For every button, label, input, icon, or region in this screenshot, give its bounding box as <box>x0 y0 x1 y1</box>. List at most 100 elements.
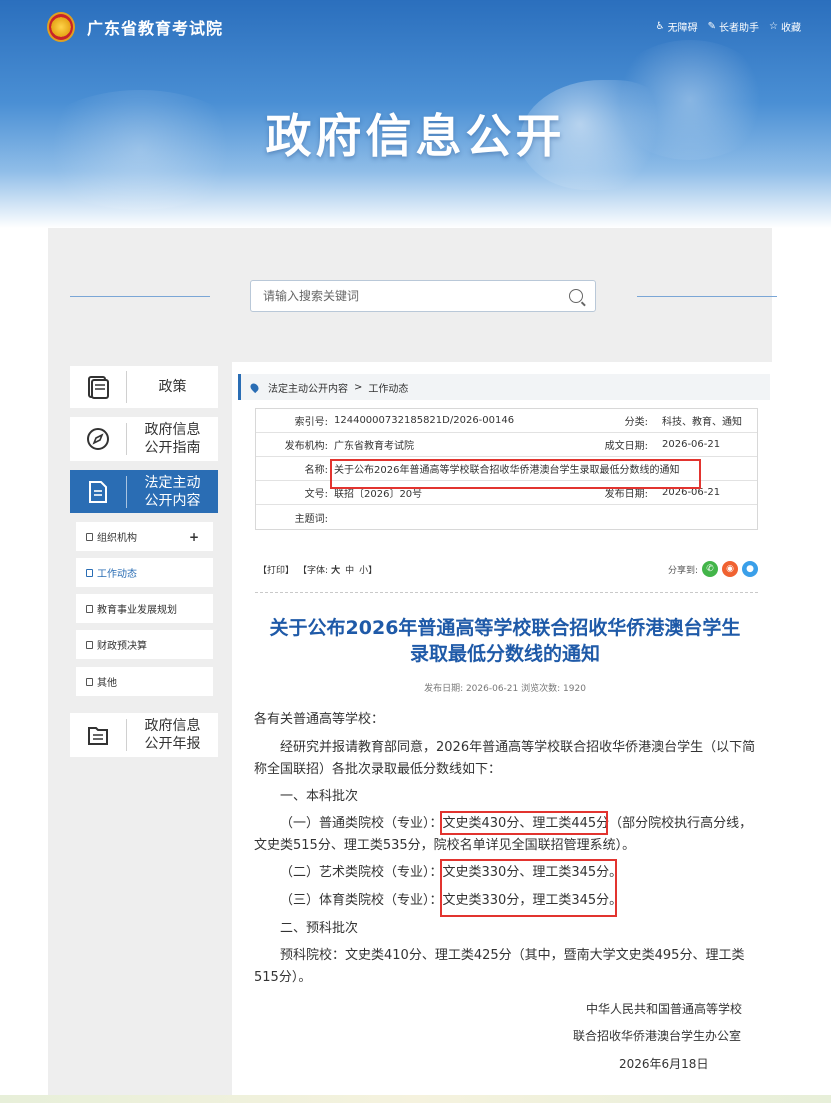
meta-key: 分类: <box>624 417 648 428</box>
wechat-share-icon[interactable]: ✆ <box>702 561 718 577</box>
doc-icon <box>86 677 93 686</box>
print-button[interactable]: 【打印】 <box>258 563 294 576</box>
header-banner: 广东省教育考试院 ♿ 无障碍 ✎ 长者助手 ☆ 收藏 政府信息公开 <box>0 0 831 228</box>
article-title: 关于公布2026年普通高等学校联合招收华侨港澳台学生 录取最低分数线的通知 <box>240 615 770 667</box>
elder-helper-label: 长者助手 <box>719 23 760 34</box>
share-label: 分享到: <box>667 565 698 576</box>
sidebar-item-label: 政府信息 公开指南 <box>127 421 218 457</box>
top-links: ♿ 无障碍 ✎ 长者助手 ☆ 收藏 <box>656 19 801 34</box>
meta-value: 2026-06-21 <box>662 439 721 450</box>
signature-org: 联合招收华侨港澳台学生办公室 <box>573 1029 742 1043</box>
font-large-button[interactable]: 大 <box>331 563 340 576</box>
doc-icon <box>86 640 93 649</box>
meta-key: 名称: <box>304 465 328 476</box>
article-section-heading: 二、预科批次 <box>280 921 359 936</box>
meta-key: 索引号: <box>294 417 328 428</box>
meta-key: 发布机构: <box>284 441 328 452</box>
article-toolbar: 【打印】 【字体: 大 中 小 】 分享到: ✆ ◉ ● <box>258 560 758 578</box>
font-medium-button[interactable]: 中 <box>345 563 354 576</box>
sidebar-item-policy[interactable]: 政策 <box>70 366 218 408</box>
sidebar-item-guide[interactable]: 政府信息 公开指南 <box>70 417 218 461</box>
sidebar-subitem-other[interactable]: 其他 <box>76 667 213 696</box>
sidebar-subitem-budget[interactable]: 财政预决算 <box>76 630 213 659</box>
qq-share-icon[interactable]: ● <box>742 561 758 577</box>
article-paragraph: 预科院校：文史类410分、理工类425分（其中，暨南大学文史类495分、理工类5… <box>254 948 745 985</box>
line-prefix: （一）普通类院校（专业）： <box>280 816 443 831</box>
site-name: 广东省教育考试院 <box>87 19 224 38</box>
subitem-label: 组织机构 <box>97 533 137 544</box>
subitem-label: 工作动态 <box>97 569 137 580</box>
sidebar-subitem-work-news[interactable]: 工作动态 <box>76 558 213 587</box>
favorite-label: 收藏 <box>781 23 801 34</box>
breadcrumb-link[interactable]: 工作动态 <box>368 380 408 395</box>
label-line: 公开内容 <box>144 493 201 509</box>
search-divider-left <box>70 296 210 297</box>
highlight-box <box>440 859 617 917</box>
meta-key: 文号: <box>304 489 328 500</box>
label-line: 政策 <box>158 379 187 395</box>
bottom-strip <box>0 1095 831 1103</box>
sidebar-subitem-development-plan[interactable]: 教育事业发展规划 <box>76 594 213 623</box>
sidebar-subitem-organization[interactable]: 组织机构 + <box>76 522 213 551</box>
sidebar-item-label: 政府信息 公开年报 <box>127 717 218 753</box>
banner-title: 政府信息公开 <box>265 109 566 163</box>
sidebar-separator <box>126 476 127 508</box>
share-group: 分享到: ✆ ◉ ● <box>668 561 758 577</box>
weibo-share-icon[interactable]: ◉ <box>722 561 738 577</box>
label-line: 法定主动 <box>144 475 201 491</box>
article-section-heading: 一、本科批次 <box>280 789 359 804</box>
document-icon <box>70 479 126 505</box>
subitem-label: 教育事业发展规划 <box>97 605 177 616</box>
expand-plus-icon[interactable]: + <box>189 530 199 544</box>
policy-book-icon <box>70 374 126 400</box>
meta-value: 广东省教育考试院 <box>334 441 414 452</box>
label-line: 公开年报 <box>144 736 201 752</box>
search-icon[interactable] <box>569 289 583 303</box>
font-small-button[interactable]: 小 <box>359 563 368 576</box>
title-line: 录取最低分数线的通知 <box>409 643 600 665</box>
compass-icon <box>70 426 126 452</box>
meta-key: 主题词: <box>294 513 328 525</box>
divider <box>255 592 758 593</box>
doc-icon <box>86 532 93 541</box>
meta-key: 成文日期: <box>604 441 648 452</box>
search-divider-right <box>637 296 777 297</box>
meta-row: 索引号: 12440000732185821D/2026-00146 分类: 科… <box>256 409 757 433</box>
elder-helper-link[interactable]: ✎ 长者助手 <box>708 19 759 34</box>
search-bar <box>250 280 596 312</box>
highlight-box <box>330 459 701 489</box>
breadcrumb-link[interactable]: 法定主动公开内容 <box>268 380 348 395</box>
signature-date: 2026年6月18日 <box>619 1057 709 1071</box>
line-prefix: （三）体育类院校（专业）： <box>280 893 443 908</box>
favorite-link[interactable]: ☆ 收藏 <box>769 19 801 34</box>
accessibility-link[interactable]: ♿ 无障碍 <box>656 19 698 34</box>
sidebar-item-annual-report[interactable]: 政府信息 公开年报 <box>70 713 218 757</box>
font-size-label: 【字体: <box>298 565 329 576</box>
search-input[interactable] <box>263 289 569 303</box>
doc-icon <box>86 568 93 577</box>
signature-org: 中华人民共和国普通高等学校 <box>586 1002 743 1016</box>
meta-value: 科技、教育、通知 <box>662 417 742 428</box>
highlight-box <box>440 811 608 835</box>
site-logo[interactable]: 广东省教育考试院 <box>47 12 223 42</box>
title-line: 关于公布2026年普通高等学校联合招收华侨港澳台学生 <box>269 617 741 639</box>
accessibility-label: 无障碍 <box>667 23 698 34</box>
article-greeting: 各有关普通高等学校： <box>254 712 385 727</box>
sidebar-item-label: 法定主动 公开内容 <box>127 474 218 510</box>
meta-value: 12440000732185821D/2026-00146 <box>334 415 515 426</box>
annual-report-icon <box>70 722 126 748</box>
article-paragraph: 经研究并报请教育部同意，2026年普通高等学校联合招收华侨港澳台学生（以下简称全… <box>254 740 756 777</box>
line-prefix: （二）艺术类院校（专业）： <box>280 865 443 880</box>
breadcrumb-separator: > <box>354 381 363 393</box>
national-emblem-icon <box>47 12 75 42</box>
sidebar-item-label: 政策 <box>127 378 218 396</box>
label-line: 政府信息 <box>144 718 201 734</box>
subitem-label: 其他 <box>97 678 117 689</box>
meta-row: 发布机构: 广东省教育考试院 成文日期: 2026-06-21 <box>256 433 757 457</box>
subitem-label: 财政预决算 <box>97 641 147 652</box>
font-size-end: 】 <box>368 565 378 576</box>
publish-info: 发布日期: 2026-06-21 浏览次数: 1920 <box>424 684 586 694</box>
label-line: 政府信息 <box>144 422 201 438</box>
doc-icon <box>86 604 93 613</box>
sidebar-item-statutory-content[interactable]: 法定主动 公开内容 <box>70 470 218 514</box>
